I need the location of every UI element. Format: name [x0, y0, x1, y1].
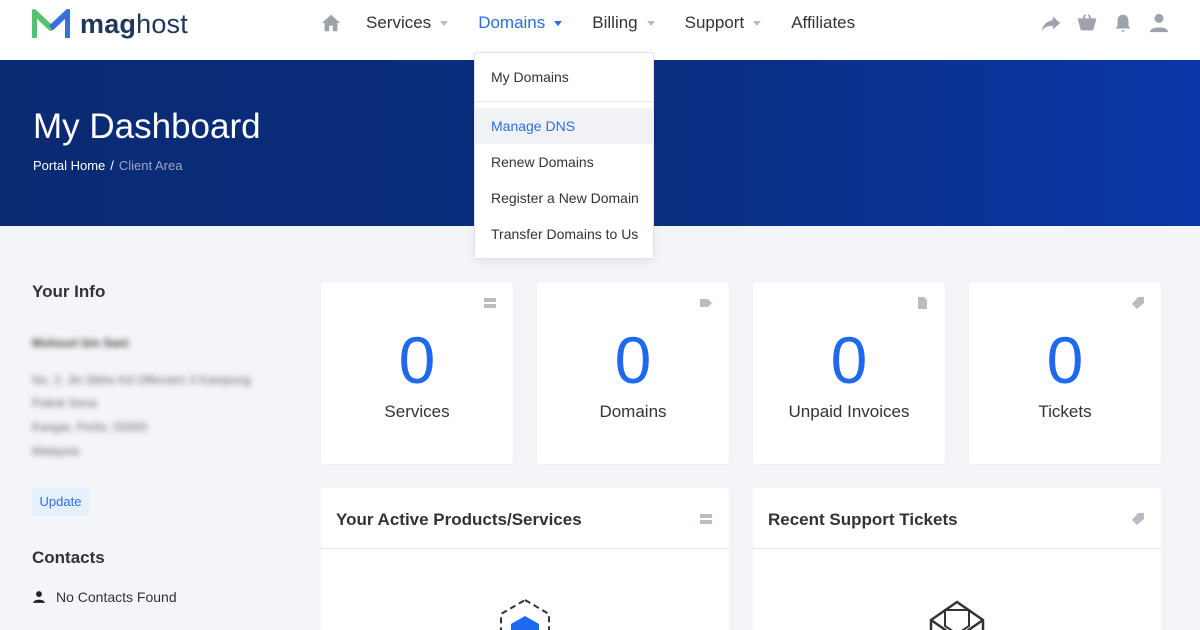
stat-tile-unpaid-invoices[interactable]: 0 Unpaid Invoices — [753, 282, 945, 464]
no-contacts-text: No Contacts Found — [56, 589, 177, 605]
top-header: maghost Services Domains Billing Support… — [0, 0, 1200, 60]
stat-tile-services[interactable]: 0 Services — [321, 282, 513, 464]
server-icon — [700, 514, 712, 524]
stat-count: 0 — [398, 323, 436, 397]
cart-icon[interactable] — [1076, 12, 1098, 34]
bell-icon[interactable] — [1112, 12, 1134, 34]
panel-divider — [321, 548, 729, 549]
active-products-panel: Your Active Products/Services — [321, 488, 729, 630]
nav-affiliates[interactable]: Affiliates — [791, 13, 855, 33]
stat-label: Services — [384, 402, 450, 421]
chevron-down-icon — [440, 20, 449, 26]
breadcrumb-current: Client Area — [118, 158, 183, 173]
menu-item-manage-dns[interactable]: Manage DNS — [475, 108, 653, 144]
recent-tickets-panel: Recent Support Tickets — [753, 488, 1161, 630]
menu-item-renew-domains[interactable]: Renew Domains — [475, 144, 653, 180]
tag-icon — [700, 299, 712, 307]
menu-item-transfer-domains[interactable]: Transfer Domains to Us — [475, 216, 653, 252]
user-icon[interactable] — [1148, 12, 1170, 34]
stat-count: 0 — [1046, 323, 1084, 397]
nav-support[interactable]: Support — [685, 13, 762, 33]
panel-title: Recent Support Tickets — [768, 510, 958, 529]
menu-divider — [475, 101, 653, 102]
info-name: Mohsuri bin Sani — [32, 336, 129, 350]
main-nav: Services Domains Billing Support Affilia… — [320, 0, 885, 46]
ticket-icon — [1132, 513, 1144, 525]
nav-billing[interactable]: Billing — [592, 13, 655, 33]
stat-label: Unpaid Invoices — [788, 402, 910, 421]
breadcrumb-home[interactable]: Portal Home — [33, 158, 105, 173]
header-actions — [1040, 12, 1170, 34]
person-icon — [33, 591, 45, 603]
envelope-illustration-icon — [929, 600, 985, 630]
brand-name: maghost — [80, 8, 188, 39]
no-contacts-row: No Contacts Found — [32, 589, 177, 605]
brand-logo[interactable]: maghost — [32, 8, 188, 40]
chevron-down-icon — [753, 20, 762, 26]
nav-services[interactable]: Services — [366, 13, 449, 33]
home-icon[interactable] — [320, 12, 342, 34]
nav-domains[interactable]: Domains — [478, 13, 563, 33]
stat-label: Domains — [599, 402, 667, 421]
box-illustration-icon — [500, 598, 550, 630]
stat-count: 0 — [614, 323, 652, 397]
your-info-title: Your Info — [32, 282, 106, 301]
document-icon — [918, 297, 927, 309]
stat-label: Tickets — [1038, 402, 1092, 421]
chevron-down-icon — [646, 20, 655, 26]
info-address-line: Pokok Sena — [32, 396, 97, 410]
server-icon — [484, 298, 496, 308]
chevron-down-icon — [554, 20, 563, 26]
stat-tile-tickets[interactable]: 0 Tickets — [969, 282, 1161, 464]
domains-dropdown-menu: My Domains Manage DNS Renew Domains Regi… — [474, 52, 654, 259]
info-address-line: No. 2, Jln Sikhs Kd Offenstrn 3 Kampung — [32, 373, 251, 387]
logo-icon — [32, 9, 70, 38]
menu-item-my-domains[interactable]: My Domains — [475, 59, 653, 95]
page-title: My Dashboard — [33, 107, 261, 146]
contacts-title: Contacts — [32, 548, 105, 567]
stat-count: 0 — [830, 323, 868, 397]
breadcrumb: Portal Home / Client Area — [33, 158, 183, 173]
sidebar: Your Info Mohsuri bin Sani No. 2, Jln Si… — [32, 282, 292, 605]
stat-tile-domains[interactable]: 0 Domains — [537, 282, 729, 464]
info-address-line: Kangar, Perlis, 02600 — [32, 420, 147, 434]
update-button[interactable]: Update — [32, 488, 89, 516]
ticket-icon — [1132, 297, 1144, 309]
menu-item-register-domain[interactable]: Register a New Domain — [475, 180, 653, 216]
share-icon[interactable] — [1040, 12, 1062, 34]
info-country: Malaysia — [32, 444, 80, 458]
panel-title: Your Active Products/Services — [336, 510, 582, 529]
panel-divider — [753, 548, 1161, 549]
